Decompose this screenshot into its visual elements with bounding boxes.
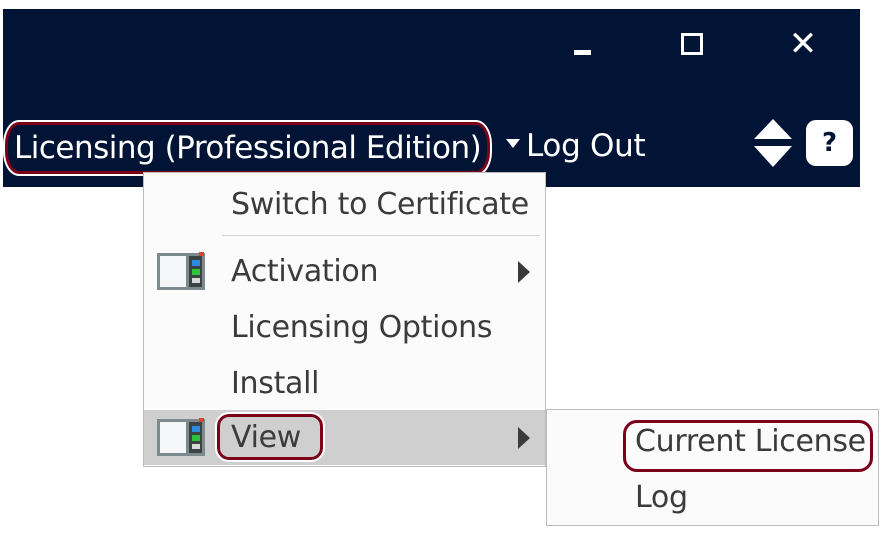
view-submenu: Current License Log: [546, 409, 879, 526]
menu-item-switch-to-certificate[interactable]: Switch to Certificate: [144, 177, 545, 232]
app-window-icon: [157, 418, 205, 456]
app-window-icon: [157, 252, 205, 290]
submenu-arrow-icon: [518, 261, 530, 283]
menu-separator: [222, 235, 540, 236]
sort-up-down-icon[interactable]: [754, 119, 792, 169]
menu-item-label: Activation: [231, 254, 379, 289]
menu-item-label: Install: [231, 366, 320, 401]
help-button[interactable]: ?: [806, 120, 853, 166]
menu-item-install[interactable]: Install: [144, 356, 545, 411]
submenu-arrow-icon: [518, 427, 530, 449]
close-button[interactable]: ✕: [785, 24, 821, 64]
menu-item-licensing-options[interactable]: Licensing Options: [144, 300, 545, 355]
maximize-button[interactable]: [681, 33, 703, 55]
licensing-dropdown-menu: Switch to Certificate Activation Licensi…: [143, 172, 546, 467]
menu-item-activation[interactable]: Activation: [144, 244, 545, 299]
menu-item-label: View: [231, 420, 301, 455]
dropdown-arrow-icon[interactable]: [506, 139, 520, 148]
submenu-item-label: Log: [635, 480, 688, 515]
menu-item-label: Switch to Certificate: [231, 187, 529, 222]
licensing-menu-button[interactable]: Licensing (Professional Edition): [2, 120, 493, 176]
minimize-button[interactable]: [574, 50, 591, 55]
logout-button[interactable]: Log Out: [526, 124, 646, 168]
menu-item-label: Licensing Options: [231, 310, 493, 345]
submenu-item-current-license[interactable]: Current License: [547, 414, 878, 472]
menu-item-view[interactable]: View: [144, 410, 545, 465]
submenu-item-log[interactable]: Log: [547, 470, 878, 525]
submenu-item-label: Current License: [635, 424, 866, 459]
